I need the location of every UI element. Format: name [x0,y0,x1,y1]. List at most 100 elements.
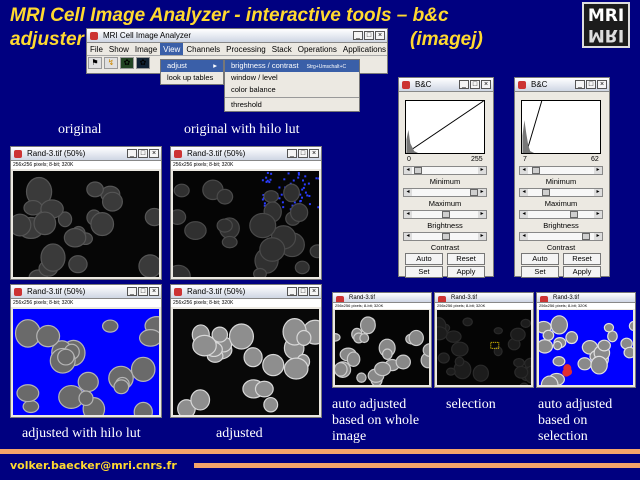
saturated-pixel [306,194,309,197]
reset-button[interactable]: Reset [563,253,601,265]
cell-nucleus [374,361,392,377]
saturated-pixel [280,193,283,196]
minimize-icon[interactable]: _ [127,149,137,158]
brightness-label: Brightness [427,221,463,230]
maximize-icon[interactable]: □ [138,149,148,158]
minimize-icon[interactable]: _ [287,287,297,296]
close-icon[interactable]: × [481,80,491,89]
maximize-icon[interactable]: □ [364,31,374,40]
saturated-pixel [278,197,281,200]
cells-graphic [539,315,633,385]
close-icon[interactable]: × [149,287,159,296]
reset-button[interactable]: Reset [447,253,485,265]
close-icon[interactable]: × [375,31,385,40]
image-window-original[interactable]: Rand-3.tif (50%) _ □ × 256x256 pixels; 8-bi… [10,146,162,280]
saturated-pixel [315,177,318,180]
contrast-slider[interactable]: ◂ ▸ [403,232,487,241]
cell-nucleus [454,356,465,367]
auto-button[interactable]: Auto [405,253,443,265]
menu-operations[interactable]: Operations [295,43,340,55]
image-window-selection[interactable]: Rand-3.tif 256x256 pixels; 8-bit; 320K [434,292,534,388]
maximize-icon[interactable]: □ [298,149,308,158]
saturated-pixel [303,183,306,186]
cell-nucleus [77,371,99,393]
menu-processing[interactable]: Processing [223,43,269,55]
cell-nucleus [22,399,40,414]
menu-item-adjust[interactable]: adjust ▸ [161,60,223,72]
cell-nucleus [16,384,40,403]
display-min-value: 7 [523,156,527,163]
brightness-slider[interactable]: ◂ ▸ [403,210,487,219]
set-button[interactable]: Set [405,266,443,278]
auto-button[interactable]: Auto [521,253,559,265]
maximize-icon[interactable]: □ [586,80,596,89]
tool-wand-icon[interactable]: ↯ [104,57,118,69]
close-icon[interactable]: × [597,80,607,89]
display-max-value: 255 [471,156,483,163]
minimize-icon[interactable]: _ [287,149,297,158]
cell-nucleus [445,367,456,376]
maximize-icon[interactable]: □ [138,287,148,296]
cell-nucleus [216,218,233,233]
caption-auto-whole-2: based on whole [332,413,420,428]
close-icon[interactable]: × [149,149,159,158]
menu-item-lookup-tables[interactable]: look up tables [161,72,223,84]
menu-item-window-level[interactable]: window / level [225,72,359,84]
maximize-icon[interactable]: □ [298,287,308,296]
cell-nucleus [381,348,393,360]
minimum-slider[interactable]: ◂ ▸ [519,166,603,175]
cell-nucleus [289,202,309,223]
minimize-icon[interactable]: _ [353,31,363,40]
image-window-adjusted[interactable]: Rand-3.tif (50%) _ □ × 256x256 pixels; 8-bi… [170,284,322,418]
tool-cells-icon[interactable]: ✿ [120,57,134,69]
cell-nucleus [552,356,566,367]
caption-auto-whole-3: image [332,429,367,444]
apply-button[interactable]: Apply [447,266,485,278]
maximum-slider[interactable]: ◂ ▸ [519,188,603,197]
histogram-plot [405,100,485,154]
minimize-icon[interactable]: _ [575,80,585,89]
set-button[interactable]: Set [521,266,559,278]
minimize-icon[interactable]: _ [127,287,137,296]
menu-stack[interactable]: Stack [269,43,295,55]
mri-logo: MRI MRI [582,2,630,48]
cell-nucleus [243,347,263,368]
image-window-auto-selection[interactable]: Rand-3.tif 256x256 pixels; 8-bit; 320K [536,292,636,388]
close-icon[interactable]: × [309,149,319,158]
saturated-pixel [281,201,284,204]
apply-button[interactable]: Apply [563,266,601,278]
menu-applications[interactable]: Applications [340,43,389,55]
caption-auto-sel-3: selection [538,429,588,444]
cell-nucleus [462,317,473,327]
close-icon[interactable]: × [309,287,319,296]
saturated-pixel [269,178,272,181]
cell-nucleus [57,348,75,366]
image-window-adjusted-hilo[interactable]: Rand-3.tif (50%) _ □ × 256x256 pixels; 8-bi… [10,284,162,418]
menu-file[interactable]: File [87,43,106,55]
imagej-window-title: MRI Cell Image Analyzer _ □ × [87,29,387,43]
brightness-slider[interactable]: ◂ ▸ [519,210,603,219]
minimum-slider[interactable]: ◂ ▸ [403,166,487,175]
cell-nucleus [86,181,104,198]
cell-nucleus [252,267,267,277]
menu-item-threshold[interactable]: threshold [225,99,359,111]
saturated-pixel [297,176,300,179]
menu-item-color-balance[interactable]: color balance [225,84,359,96]
image-window-auto-whole[interactable]: Rand-3.tif 256x256 pixels; 8-bit; 320K [332,292,432,388]
menu-image[interactable]: Image [132,43,160,55]
menu-view[interactable]: View [160,43,184,55]
menu-channels[interactable]: Channels [183,43,223,55]
minimize-icon[interactable]: _ [459,80,469,89]
contrast-slider[interactable]: ◂ ▸ [519,232,603,241]
maximize-icon[interactable]: □ [470,80,480,89]
image-window-original-hilo[interactable]: Rand-3.tif (50%) _ □ × 256x256 pixels; 8-bi… [170,146,322,280]
imagej-menubar: File Show Image View Channels Processing… [87,43,387,56]
saturated-pixel [307,182,310,185]
menu-item-brightness-contrast[interactable]: brightness / contrast Strg+Umschalt+C [225,60,359,72]
menu-show[interactable]: Show [106,43,132,55]
cell-nucleus [33,211,57,236]
maximum-slider[interactable]: ◂ ▸ [403,188,487,197]
tool-cells2-icon[interactable]: ✿ [136,57,150,69]
tool-flag-icon[interactable]: ⚑ [88,57,102,69]
cell-nucleus [359,333,370,344]
